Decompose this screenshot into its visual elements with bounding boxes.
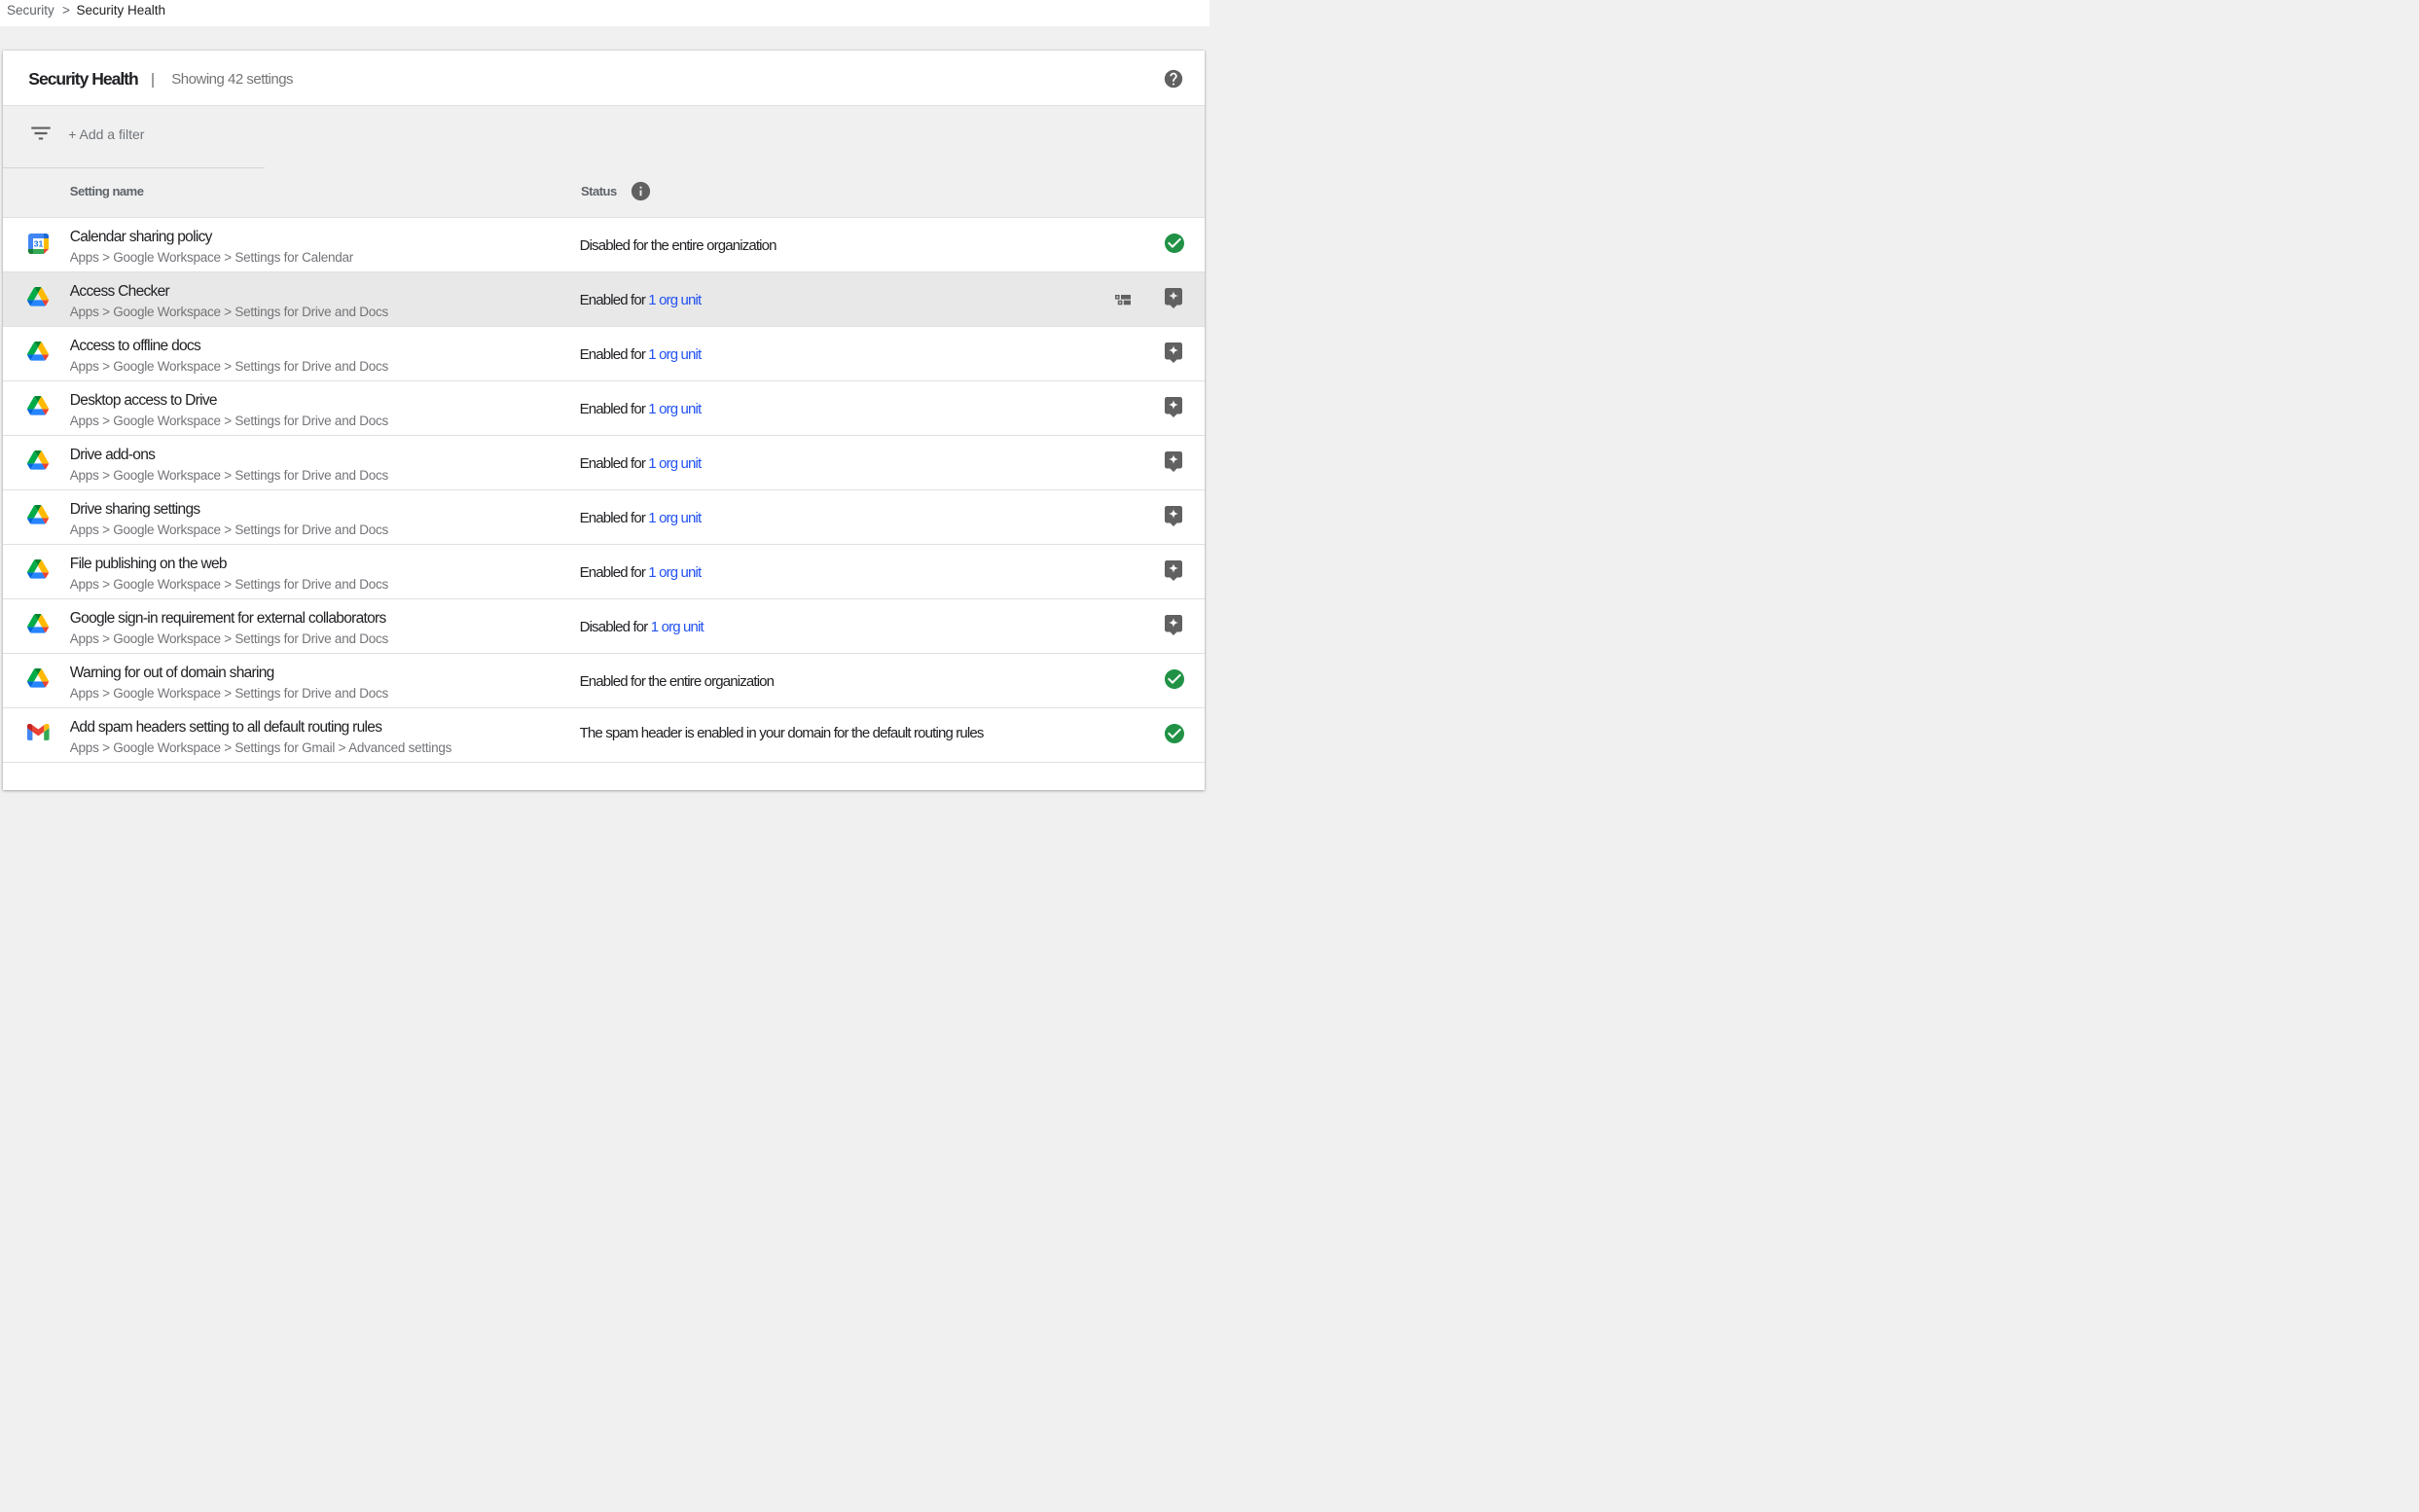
svg-text:31: 31 xyxy=(33,238,43,248)
